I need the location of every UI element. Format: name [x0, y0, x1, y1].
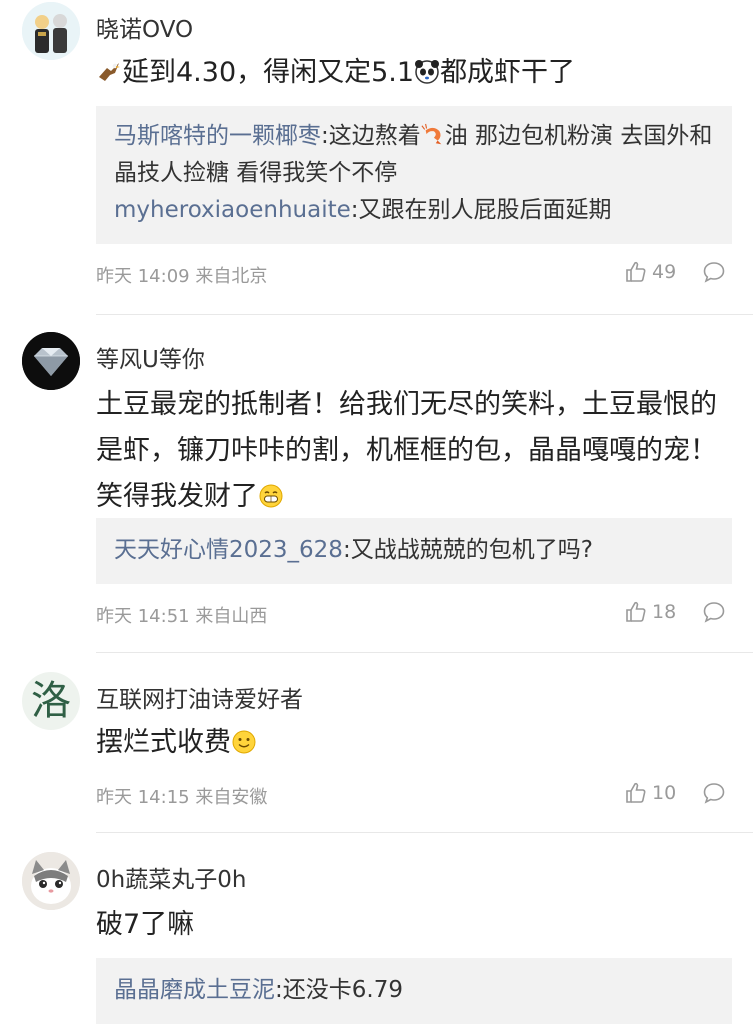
- divider: [96, 832, 753, 833]
- comment-meta: 昨天 14:15 来自安徽: [96, 787, 268, 808]
- avatar[interactable]: 洛: [22, 672, 80, 730]
- reply-username[interactable]: 马斯喀特的一颗椰枣: [114, 123, 321, 149]
- like-count: 49: [652, 261, 677, 283]
- username[interactable]: 晓诺OVO: [96, 10, 193, 44]
- comment-text-main: 摆烂式收费: [96, 727, 231, 758]
- comment-text-main: 延到4.30，得闲又定5.1: [122, 57, 415, 88]
- divider: [96, 314, 753, 315]
- avatar-character: 洛: [31, 678, 71, 724]
- comment-text-tail: 都成虾干了: [440, 57, 576, 88]
- reply-box[interactable]: 晶晶磨成土豆泥:还没卡6.79: [96, 958, 732, 1024]
- shrimp-emoji-icon: [421, 123, 442, 145]
- reply-text: 还没卡6.79: [282, 977, 403, 1003]
- like-count: 10: [652, 782, 677, 804]
- reply-username[interactable]: 晶晶磨成土豆泥: [114, 977, 275, 1003]
- avatar[interactable]: [22, 852, 80, 910]
- reply-separator: :: [275, 977, 283, 1003]
- smile-emoji-icon: [232, 730, 256, 754]
- reply-separator: :: [321, 123, 329, 149]
- reply-item[interactable]: myheroxiaoenhuaite:又跟在别人屁股后面延期: [114, 192, 714, 229]
- reply-item[interactable]: 天天好心情2023_628:又战战兢兢的包机了吗?: [114, 532, 714, 569]
- comment-text: 摆烂式收费: [96, 720, 726, 766]
- like-count: 18: [652, 601, 677, 623]
- thumbs-up-icon: [626, 601, 646, 622]
- comment-meta: 昨天 14:09 来自北京: [96, 266, 268, 287]
- username[interactable]: 0h蔬菜丸子0h: [96, 860, 246, 894]
- reply-text: 这边熬着: [328, 123, 421, 149]
- comment-text: 延到4.30，得闲又定5.1 都成虾干了: [96, 50, 726, 96]
- thumbs-up-icon: [626, 261, 646, 282]
- reply-item[interactable]: 晶晶磨成土豆泥:还没卡6.79: [114, 972, 714, 1009]
- reply-box[interactable]: 天天好心情2023_628:又战战兢兢的包机了吗?: [96, 518, 732, 584]
- panda-emoji-icon: [415, 60, 440, 84]
- reply-text: 又战战兢兢的包机了吗?: [350, 537, 593, 563]
- comment-text: 破7了嘛: [96, 902, 726, 948]
- comment-bubble-icon[interactable]: [702, 260, 726, 284]
- like-button[interactable]: 18: [624, 600, 676, 624]
- like-button[interactable]: 49: [624, 260, 676, 284]
- comment-text: 土豆最宠的抵制者！给我们无尽的笑料，土豆最恨的是虾，镰刀咔咔的割，机框框的包，晶…: [96, 382, 721, 520]
- reply-username[interactable]: 天天好心情2023_628: [114, 537, 343, 563]
- reply-text: 又跟在别人屁股后面延期: [358, 197, 612, 223]
- comment-text-main: 土豆最宠的抵制者！给我们无尽的笑料，土豆最恨的是虾，镰刀咔咔的割，机框框的包，晶…: [96, 389, 717, 512]
- like-button[interactable]: 10: [624, 781, 676, 805]
- eagle-emoji-icon: [99, 63, 120, 81]
- thumbs-up-icon: [626, 782, 646, 803]
- avatar[interactable]: [22, 332, 80, 390]
- comment-feed: 晓诺OVO 延到4.30，得闲又定5.1 都成虾干了 马斯喀特的一颗椰枣:这边熬…: [0, 0, 753, 1024]
- username[interactable]: 互联网打油诗爱好者: [96, 680, 303, 714]
- comment-bubble-icon[interactable]: [702, 781, 726, 805]
- divider: [96, 652, 753, 653]
- comment-bubble-icon[interactable]: [702, 600, 726, 624]
- comment-meta: 昨天 14:51 来自山西: [96, 606, 268, 627]
- avatar[interactable]: [22, 2, 80, 60]
- reply-username[interactable]: myheroxiaoenhuaite: [114, 197, 351, 223]
- username[interactable]: 等风U等你: [96, 340, 205, 374]
- comment-text-main: 破7了嘛: [96, 909, 195, 940]
- reply-box[interactable]: 马斯喀特的一颗椰枣:这边熬着 油 那边包机粉演 去国外和晶技人捡糖 看得我笑个不…: [96, 106, 732, 244]
- reply-separator: :: [350, 197, 359, 223]
- grin-emoji-icon: [259, 484, 283, 508]
- reply-separator: :: [342, 537, 351, 563]
- reply-item[interactable]: 马斯喀特的一颗椰枣:这边熬着 油 那边包机粉演 去国外和晶技人捡糖 看得我笑个不…: [114, 118, 714, 192]
